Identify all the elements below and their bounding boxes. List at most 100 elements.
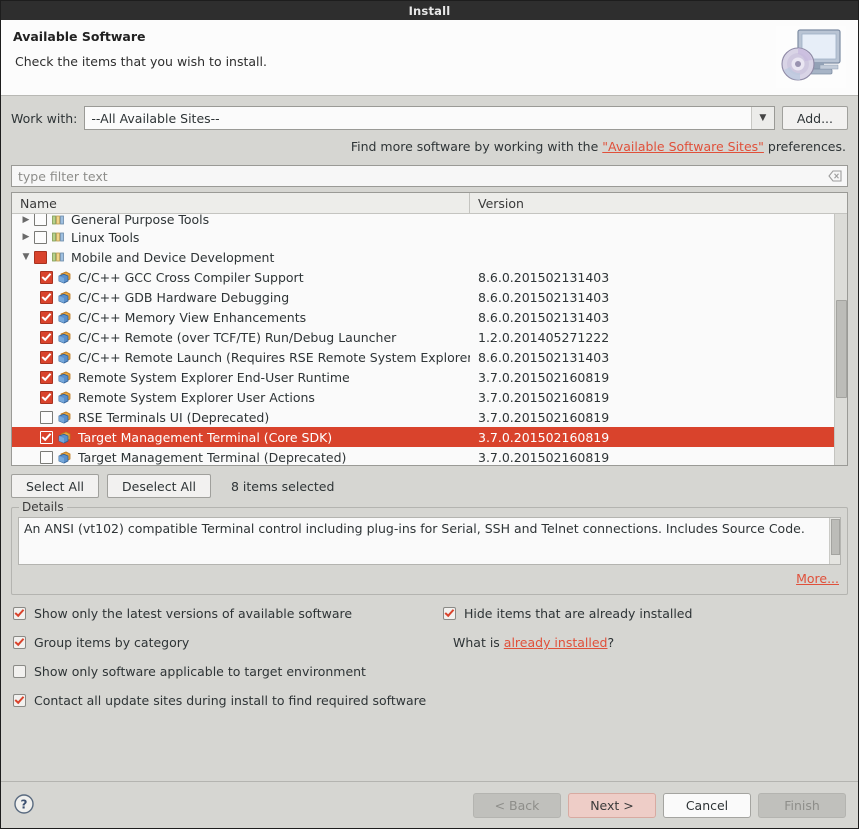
row-checkbox[interactable]: [34, 230, 47, 244]
row-checkbox[interactable]: [40, 270, 53, 284]
window-title: Install: [408, 3, 451, 18]
tree-rows-container: ▶ General Purpose Tools ▶ Linux Tools ▼ Mobil…: [12, 214, 847, 465]
options-left-column: Show only the latest versions of availab…: [13, 606, 433, 722]
tree-row[interactable]: ▶ Linux Tools: [12, 227, 847, 247]
more-row: More...: [18, 571, 841, 586]
details-legend: Details: [19, 500, 67, 514]
tree-row-name: C/C++ GDB Hardware Debugging: [78, 289, 290, 305]
deselect-all-button[interactable]: Deselect All: [107, 474, 211, 498]
details-text-area[interactable]: An ANSI (vt102) compatible Terminal cont…: [18, 517, 841, 565]
row-checkbox[interactable]: [40, 410, 53, 424]
feature-plugin-icon: [58, 451, 73, 464]
install-disc-computer-icon: [776, 26, 846, 88]
row-checkbox[interactable]: [40, 450, 53, 464]
row-checkbox[interactable]: [40, 330, 53, 344]
next-button[interactable]: Next >: [568, 792, 656, 818]
tree-row[interactable]: C/C++ Memory View Enhancements 8.6.0.2015…: [12, 307, 847, 327]
whatis-suffix: ?: [607, 635, 615, 650]
feature-plugin-icon: [58, 291, 73, 304]
tree-row-version: 3.7.0.201502160819: [478, 369, 610, 385]
work-with-row: Work with: --All Available Sites-- ▼ Add…: [11, 106, 848, 130]
row-checkbox[interactable]: [40, 430, 53, 444]
page-title: Available Software: [13, 29, 146, 44]
row-checkbox[interactable]: [40, 370, 53, 384]
tree-row-name-cell: C/C++ Remote Launch (Requires RSE Remote…: [12, 350, 470, 365]
available-software-tree[interactable]: Name Version ▶ General Purpose Tools ▶ Linu…: [11, 192, 848, 466]
cancel-button[interactable]: Cancel: [663, 792, 751, 818]
tree-row[interactable]: RSE Terminals UI (Deprecated) 3.7.0.20150…: [12, 407, 847, 427]
tree-row[interactable]: Target Management Terminal (Deprecated) 3…: [12, 447, 847, 465]
row-checkbox[interactable]: [40, 290, 53, 304]
tree-row[interactable]: Remote System Explorer User Actions 3.7.0…: [12, 387, 847, 407]
tree-twisty-expanded-icon[interactable]: ▼: [18, 252, 34, 262]
dialog-footer: ? < Back Next > Cancel Finish: [1, 781, 858, 828]
tree-row[interactable]: C/C++ Remote (over TCF/TE) Run/Debug Lau…: [12, 327, 847, 347]
tree-row-name: Mobile and Device Development: [71, 249, 275, 265]
tree-row-version: 3.7.0.201502160819: [478, 449, 610, 465]
option-left-3[interactable]: Contact all update sites during install …: [13, 693, 433, 708]
option-checkbox[interactable]: [443, 607, 456, 620]
tree-row-name: Target Management Terminal (Core SDK): [78, 429, 333, 445]
option-left-0[interactable]: Show only the latest versions of availab…: [13, 606, 433, 621]
tree-twisty-collapsed-icon[interactable]: ▶: [18, 232, 34, 242]
help-question-icon[interactable]: ?: [13, 793, 35, 818]
work-with-combo[interactable]: --All Available Sites-- ▼: [84, 106, 775, 130]
already-installed-link[interactable]: already installed: [504, 635, 608, 650]
tree-row-name-cell: Target Management Terminal (Core SDK): [12, 430, 470, 445]
option-checkbox[interactable]: [13, 665, 26, 678]
feature-plugin-icon: [58, 271, 73, 284]
option-checkbox[interactable]: [13, 607, 26, 620]
option-checkbox[interactable]: [13, 694, 26, 707]
tree-row-name-cell: C/C++ Memory View Enhancements: [12, 310, 470, 325]
tree-row[interactable]: ▶ General Purpose Tools: [12, 214, 847, 227]
tree-row[interactable]: ▼ Mobile and Device Development: [12, 247, 847, 267]
options-section: Show only the latest versions of availab…: [11, 606, 848, 726]
chevron-down-icon[interactable]: ▼: [750, 107, 774, 129]
option-checkbox[interactable]: [13, 636, 26, 649]
tree-scrollbar-thumb[interactable]: [836, 300, 847, 398]
tree-row[interactable]: Remote System Explorer End-User Runtime 3…: [12, 367, 847, 387]
tree-row-name-cell: C/C++ GDB Hardware Debugging: [12, 290, 470, 305]
column-header-name[interactable]: Name: [12, 193, 470, 213]
details-scrollbar-thumb[interactable]: [831, 519, 840, 555]
finish-button[interactable]: Finish: [758, 792, 846, 818]
option-left-1[interactable]: Group items by category: [13, 635, 433, 650]
clear-filter-icon[interactable]: [828, 169, 842, 186]
hint-prefix: Find more software by working with the: [350, 139, 603, 154]
tree-row-name: C/C++ Remote (over TCF/TE) Run/Debug Lau…: [78, 329, 397, 345]
dialog-body: Work with: --All Available Sites-- ▼ Add…: [1, 96, 858, 781]
more-link[interactable]: More...: [796, 571, 839, 586]
tree-row[interactable]: C/C++ GCC Cross Compiler Support 8.6.0.20…: [12, 267, 847, 287]
category-icon: [52, 214, 66, 226]
tree-row-name-cell: Target Management Terminal (Deprecated): [12, 450, 470, 465]
option-left-2[interactable]: Show only software applicable to target …: [13, 664, 433, 679]
tree-row-version: 3.7.0.201502160819: [478, 389, 610, 405]
tree-row[interactable]: C/C++ Remote Launch (Requires RSE Remote…: [12, 347, 847, 367]
tree-row[interactable]: Target Management Terminal (Core SDK) 3.7…: [12, 427, 847, 447]
option-right-0[interactable]: Hide items that are already installed: [443, 606, 843, 621]
tree-row-name: RSE Terminals UI (Deprecated): [78, 409, 270, 425]
select-all-button[interactable]: Select All: [11, 474, 100, 498]
feature-plugin-icon: [58, 351, 73, 364]
tree-row[interactable]: C/C++ GDB Hardware Debugging 8.6.0.201502…: [12, 287, 847, 307]
available-software-sites-link[interactable]: "Available Software Sites": [602, 139, 764, 154]
details-group: Details An ANSI (vt102) compatible Termi…: [11, 500, 848, 595]
row-checkbox[interactable]: [34, 250, 47, 264]
work-with-label: Work with:: [11, 110, 78, 126]
row-checkbox[interactable]: [40, 390, 53, 404]
add-site-button[interactable]: Add...: [781, 106, 848, 130]
tree-twisty-collapsed-icon[interactable]: ▶: [18, 215, 34, 225]
feature-plugin-icon: [58, 411, 73, 424]
details-scrollbar[interactable]: [829, 518, 840, 564]
row-checkbox[interactable]: [34, 214, 47, 226]
tree-row-name: C/C++ Memory View Enhancements: [78, 309, 307, 325]
tree-vertical-scrollbar[interactable]: [834, 214, 847, 465]
row-checkbox[interactable]: [40, 310, 53, 324]
tree-row-name: C/C++ Remote Launch (Requires RSE Remote…: [78, 349, 470, 365]
tree-row-name: Linux Tools: [71, 229, 140, 245]
back-button[interactable]: < Back: [473, 792, 561, 818]
row-checkbox[interactable]: [40, 350, 53, 364]
column-header-version[interactable]: Version: [470, 193, 847, 213]
tree-row-version: 8.6.0.201502131403: [478, 349, 610, 365]
filter-field[interactable]: type filter text: [11, 165, 848, 187]
